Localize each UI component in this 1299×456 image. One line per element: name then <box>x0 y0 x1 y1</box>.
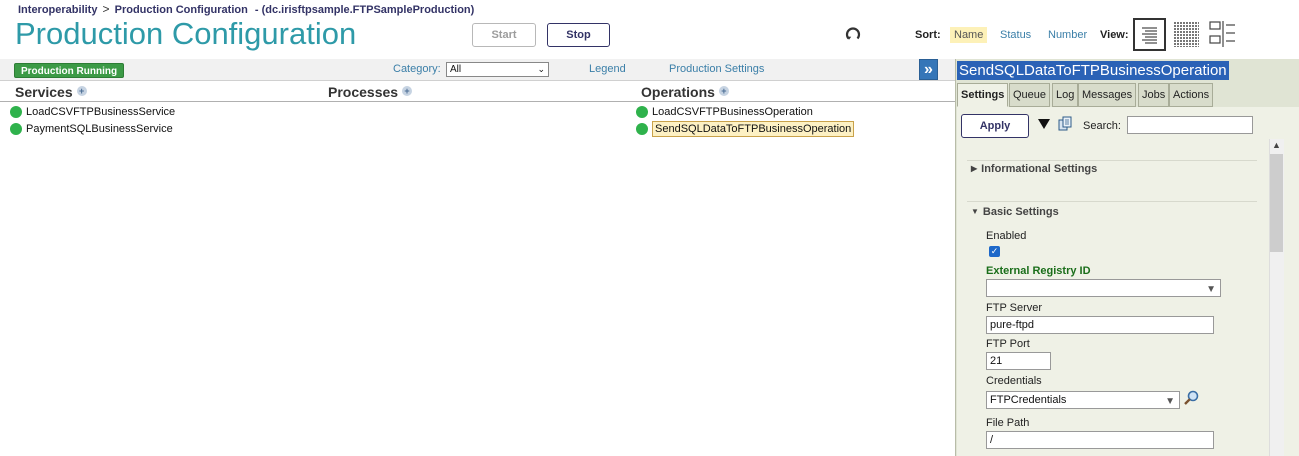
view-label: View: <box>1100 29 1129 41</box>
divider <box>0 101 955 102</box>
list-view-icon[interactable] <box>1133 18 1166 51</box>
breadcrumb-separator: > <box>102 2 110 16</box>
chevron-down-icon: ▼ <box>1165 396 1175 407</box>
processes-heading-label: Processes <box>328 84 399 100</box>
tab-log[interactable]: Log <box>1052 83 1079 107</box>
scrollbar-thumb[interactable] <box>1270 154 1283 252</box>
credentials-value: FTPCredentials <box>990 394 1067 406</box>
informational-settings-heading[interactable]: ▶ Informational Settings <box>971 163 1097 175</box>
add-operation-icon[interactable]: + <box>718 86 729 96</box>
external-registry-label: External Registry ID <box>986 265 1091 277</box>
caret-right-icon: ▶ <box>971 164 978 173</box>
status-dot-icon <box>636 106 648 118</box>
add-process-icon[interactable]: + <box>402 86 413 96</box>
divider <box>967 160 1257 161</box>
external-registry-select[interactable]: ▼ <box>986 279 1221 297</box>
category-value: All <box>450 64 462 75</box>
status-dot-icon <box>636 123 648 135</box>
operations-heading-label: Operations <box>641 84 715 100</box>
services-heading: Services + <box>15 84 87 100</box>
processes-heading: Processes + <box>328 84 413 100</box>
enabled-checkbox[interactable]: ✓ <box>989 246 1000 257</box>
magnifier-icon[interactable] <box>1183 390 1199 406</box>
service-item-label: LoadCSVFTPBusinessService <box>26 106 176 118</box>
breadcrumb-namespace: - (dc.irisftpsample.FTPSampleProduction) <box>254 4 475 16</box>
search-label: Search: <box>1083 120 1121 132</box>
caret-down-icon: ▼ <box>971 207 979 216</box>
sort-option-number[interactable]: Number <box>1048 29 1087 41</box>
breadcrumb-root[interactable]: Interoperability <box>18 4 97 16</box>
filter-icon[interactable] <box>1038 118 1050 130</box>
stop-button[interactable]: Stop <box>547 23 610 47</box>
ftp-port-label: FTP Port <box>986 338 1030 350</box>
tab-actions[interactable]: Actions <box>1169 83 1214 107</box>
basic-settings-heading[interactable]: ▼ Basic Settings <box>971 206 1059 218</box>
service-item[interactable]: PaymentSQLBusinessService <box>10 123 173 135</box>
chevron-down-icon: ⌄ <box>537 64 545 74</box>
split-view-icon[interactable] <box>1208 19 1238 49</box>
breadcrumb-current[interactable]: Production Configuration <box>115 4 248 16</box>
refresh-icon[interactable] <box>844 25 862 43</box>
credentials-label: Credentials <box>986 375 1042 387</box>
credentials-select[interactable]: FTPCredentials ▼ <box>986 391 1180 409</box>
status-dot-icon <box>10 123 22 135</box>
apply-button[interactable]: Apply <box>961 114 1029 138</box>
enabled-label: Enabled <box>986 230 1027 242</box>
grid-view-icon[interactable] <box>1171 19 1201 49</box>
operation-item[interactable]: LoadCSVFTPBusinessOperation <box>636 106 813 118</box>
page-title: Production Configuration <box>15 16 357 51</box>
file-path-field[interactable]: / <box>986 431 1214 449</box>
tab-queue[interactable]: Queue <box>1009 83 1051 107</box>
tab-messages[interactable]: Messages <box>1078 83 1137 107</box>
ftp-server-label: FTP Server <box>986 302 1043 314</box>
expand-icon[interactable]: » <box>919 59 938 80</box>
ftp-server-field[interactable]: pure-ftpd <box>986 316 1214 334</box>
chevron-down-icon: ▼ <box>1206 284 1216 295</box>
breadcrumb: Interoperability > Production Configurat… <box>18 2 474 16</box>
operations-heading: Operations + <box>641 84 729 100</box>
operation-item-label: LoadCSVFTPBusinessOperation <box>652 106 813 118</box>
legend-link[interactable]: Legend <box>589 63 626 75</box>
sort-label: Sort: <box>915 29 941 41</box>
service-item[interactable]: LoadCSVFTPBusinessService <box>10 106 175 118</box>
operation-item-label: SendSQLDataToFTPBusinessOperation <box>652 121 855 137</box>
service-item-label: PaymentSQLBusinessService <box>26 123 173 135</box>
tab-jobs[interactable]: Jobs <box>1138 83 1170 107</box>
category-select[interactable]: All ⌄ <box>446 62 549 77</box>
status-dot-icon <box>10 106 22 118</box>
production-settings-link[interactable]: Production Settings <box>669 63 764 75</box>
ftp-port-field[interactable]: 21 <box>986 352 1051 370</box>
sort-option-name[interactable]: Name <box>950 27 988 43</box>
category-label: Category: <box>393 63 441 75</box>
tab-settings[interactable]: Settings <box>957 83 1009 107</box>
services-heading-label: Services <box>15 84 73 100</box>
start-button[interactable]: Start <box>472 23 536 47</box>
panel-title: SendSQLDataToFTPBusinessOperation <box>957 61 1229 80</box>
sort-option-status[interactable]: Status <box>1000 29 1031 41</box>
informational-settings-label: Informational Settings <box>981 163 1098 175</box>
operation-item-selected[interactable]: SendSQLDataToFTPBusinessOperation <box>636 121 855 137</box>
add-service-icon[interactable]: + <box>76 86 87 96</box>
scroll-up-icon[interactable]: ▲ <box>1271 140 1282 151</box>
copy-icon[interactable] <box>1058 116 1073 131</box>
status-badge: Production Running <box>14 63 125 78</box>
divider <box>967 201 1257 202</box>
basic-settings-label: Basic Settings <box>982 206 1059 218</box>
search-input[interactable] <box>1127 116 1253 134</box>
file-path-label: File Path <box>986 417 1030 429</box>
